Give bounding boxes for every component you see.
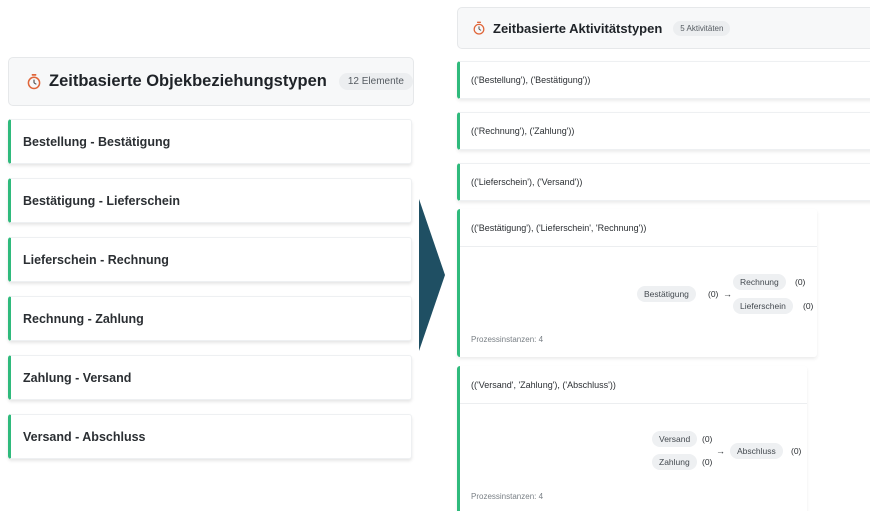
page-title: Zeitbasierte Objekbeziehungstypen <box>49 72 327 90</box>
flow-arrow-icon: → <box>723 289 732 299</box>
relation-item-label: Zahlung - Versand <box>23 370 132 385</box>
flow-node-source: Zahlung <box>652 454 697 470</box>
relation-item-label: Versand - Abschluss <box>23 429 146 444</box>
relation-item-label: Rechnung - Zahlung <box>23 311 144 326</box>
relation-item-label: Lieferschein - Rechnung <box>23 252 169 267</box>
relation-item-label: Bestellung - Bestätigung <box>23 134 171 149</box>
activity-item[interactable]: (('Lieferschein'), ('Versand')) <box>457 163 870 201</box>
stopwatch-icon <box>473 21 485 35</box>
section-title: Zeitbasierte Aktivitätstypen <box>493 20 663 36</box>
flow-node-source: Versand <box>652 431 698 447</box>
flow-node-target: Rechnung <box>733 274 786 290</box>
count-badge: 12 Elemente <box>338 73 413 90</box>
process-instances-label: Prozessinstanzen: 4 <box>471 335 544 344</box>
object-relation-list: Bestellung - Bestätigung Bestätigung - L… <box>8 119 412 473</box>
activity-item-label: (('Rechnung'), ('Zahlung')) <box>471 126 575 136</box>
flow-node-count: (0) <box>708 289 719 299</box>
relation-item[interactable]: Lieferschein - Rechnung <box>8 237 412 282</box>
activity-card[interactable]: (('Versand', 'Zahlung'), ('Abschluss')) … <box>457 366 807 511</box>
flow-node-count: (0) <box>803 301 814 311</box>
process-instances-label: Prozessinstanzen: 4 <box>471 492 544 501</box>
relation-item-label: Bestätigung - Lieferschein <box>23 193 180 208</box>
flow-node-count: (0) <box>702 434 713 444</box>
activity-item-label: (('Lieferschein'), ('Versand')) <box>471 177 583 187</box>
stopwatch-icon <box>27 74 41 90</box>
relation-item[interactable]: Versand - Abschluss <box>8 414 412 459</box>
activity-item-label: (('Bestellung'), ('Bestätigung')) <box>471 75 591 85</box>
activity-item[interactable]: (('Rechnung'), ('Zahlung')) <box>457 112 870 150</box>
flow-node-source: Bestätigung <box>637 286 696 302</box>
flow-node-count: (0) <box>791 446 802 456</box>
relation-item[interactable]: Zahlung - Versand <box>8 355 412 400</box>
activity-types-header: Zeitbasierte Aktivitätstypen 5 Aktivität… <box>457 7 870 49</box>
activity-card-title: (('Bestätigung'), ('Lieferschein', 'Rech… <box>460 209 817 247</box>
relation-item[interactable]: Bestätigung - Lieferschein <box>8 178 412 223</box>
activity-card[interactable]: (('Bestätigung'), ('Lieferschein', 'Rech… <box>457 209 817 357</box>
activity-item[interactable]: (('Bestellung'), ('Bestätigung')) <box>457 61 870 99</box>
activity-card-title: (('Versand', 'Zahlung'), ('Abschluss')) <box>460 366 807 404</box>
flow-node-count: (0) <box>702 457 713 467</box>
chevron-right-arrow-icon <box>419 199 445 351</box>
flow-node-target: Abschluss <box>730 443 783 459</box>
relation-item[interactable]: Bestellung - Bestätigung <box>8 119 412 164</box>
relation-item[interactable]: Rechnung - Zahlung <box>8 296 412 341</box>
object-relation-types-header: Zeitbasierte Objekbeziehungstypen 12 Ele… <box>8 57 414 106</box>
count-badge: 5 Aktivitäten <box>673 20 731 36</box>
flow-node-count: (0) <box>795 277 806 287</box>
flow-node-target: Lieferschein <box>733 298 793 314</box>
flow-arrow-icon: → <box>716 446 725 456</box>
